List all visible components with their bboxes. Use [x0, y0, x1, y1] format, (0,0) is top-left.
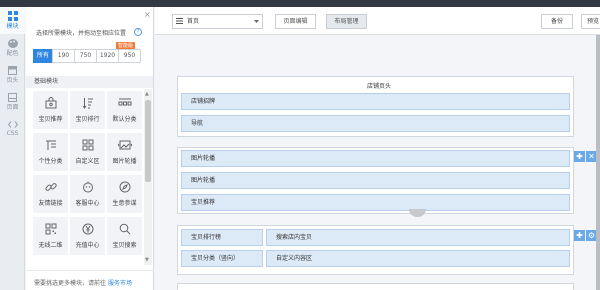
module-label: 生意参谋: [112, 200, 137, 207]
sidebar-item-page[interactable]: 页面: [0, 88, 25, 115]
chevron-down-icon: [254, 20, 259, 23]
module-item[interactable]: 图片轮播: [107, 133, 142, 171]
section-drag-handle[interactable]: [409, 209, 426, 217]
sidebar-item-label: CSS: [6, 129, 19, 137]
section-tools: ✚ ✕: [574, 151, 597, 162]
close-icon[interactable]: ×: [144, 10, 151, 19]
module-item[interactable]: 个性分类: [33, 133, 68, 171]
search-icon: [119, 223, 130, 235]
module-bar[interactable]: 图片轮播: [181, 172, 570, 189]
help-icon[interactable]: ?: [134, 28, 142, 36]
module-bar[interactable]: 导航: [181, 115, 570, 132]
preview-button[interactable]: 预览: [581, 14, 600, 29]
sidebar-item-label: 页面: [6, 103, 19, 111]
section-tools: ✚ ⚙: [574, 230, 597, 241]
tab-layout-management[interactable]: 布局管理: [326, 14, 367, 29]
move-icon[interactable]: ✚: [574, 230, 585, 241]
sidebar-item-page-header[interactable]: 页头: [0, 61, 25, 88]
sidebar-item-label: 模块: [6, 23, 19, 30]
tab-page-edit[interactable]: 页面编辑: [275, 14, 316, 29]
page-icon: [8, 92, 17, 102]
sidebar-item-css[interactable]: CSS: [0, 115, 25, 142]
layout-section[interactable]: [177, 283, 574, 290]
palette-icon: [7, 38, 18, 48]
module-item[interactable]: 宝贝推荐: [33, 91, 68, 129]
module-label: 充值中心: [75, 242, 100, 249]
yen-icon: [82, 223, 93, 235]
page-header-icon: [8, 65, 17, 75]
basic-modules-title: 基础模块: [26, 76, 153, 88]
scrollbar-thumb[interactable]: [145, 100, 151, 182]
module-label: 自定义区: [75, 158, 100, 165]
carousel-icon: [117, 140, 132, 150]
module-label: 图片轮播: [112, 158, 137, 165]
service-market-link[interactable]: 服务市场: [108, 280, 132, 287]
sidebar-item-label: 配色: [6, 49, 19, 57]
module-label: 宝贝排行: [75, 116, 100, 123]
qrcode-icon: [45, 223, 56, 235]
module-item[interactable]: 客服中心: [70, 175, 105, 213]
bag-icon: [45, 97, 56, 109]
right-panel-edge: [596, 35, 600, 290]
scroll-down-icon[interactable]: ▼: [145, 257, 149, 263]
module-bar[interactable]: 搜索店内宝贝: [266, 229, 570, 246]
module-label: 宝贝搜索: [112, 242, 137, 249]
custom-area-icon: [82, 139, 93, 151]
module-label: 宝贝推荐: [38, 116, 63, 123]
service-icon: [82, 181, 93, 193]
module-item[interactable]: 无线二维: [33, 217, 68, 255]
width-tab-1920[interactable]: 1920: [96, 49, 119, 63]
backup-button[interactable]: 备份: [541, 14, 573, 29]
module-label: 友情链接: [38, 200, 63, 207]
custom-category-icon: [45, 140, 56, 150]
sidebar-item-label: 页头: [6, 76, 19, 84]
module-label: 客服中心: [75, 200, 100, 207]
link-icon: [44, 183, 57, 191]
sidebar-item-modules[interactable]: 模块: [0, 7, 25, 34]
sort-icon: [82, 98, 93, 109]
module-item[interactable]: 生意参谋: [107, 175, 142, 213]
module-bar[interactable]: 宝贝分类（竖向）: [181, 250, 263, 267]
module-item[interactable]: 宝贝排行: [70, 91, 105, 129]
category-icon: [118, 98, 131, 106]
module-bar[interactable]: 宝贝排行榜: [181, 229, 263, 246]
top-bar: [0, 0, 600, 7]
module-bar[interactable]: 自定义内容区: [266, 250, 570, 267]
code-icon: [7, 120, 18, 128]
editor-sidebar: 模块 配色 页头 页面 CSS: [0, 7, 25, 290]
module-bar[interactable]: 店铺招牌: [181, 93, 570, 110]
module-label: 默认分类: [112, 116, 137, 123]
width-tab-950[interactable]: 950: [118, 49, 141, 63]
width-tab-all[interactable]: 所有: [33, 49, 53, 63]
module-item[interactable]: 充值中心: [70, 217, 105, 255]
footer-text: 需要挑选更多模块，请前往: [34, 280, 107, 287]
menu-icon: [176, 18, 183, 24]
width-tab-750[interactable]: 750: [74, 49, 97, 63]
module-item[interactable]: 默认分类: [107, 91, 142, 129]
module-bar[interactable]: 图片轮播: [181, 150, 570, 167]
width-filter-tabs: 所有 190 750 1920 950: [33, 49, 141, 63]
module-item[interactable]: 友情链接: [33, 175, 68, 213]
width-tab-190[interactable]: 190: [52, 49, 75, 63]
sidebar-item-colors[interactable]: 配色: [0, 34, 25, 61]
module-bar[interactable]: 宝贝推荐: [181, 194, 570, 211]
move-icon[interactable]: ✚: [574, 151, 585, 162]
module-item[interactable]: 自定义区: [70, 133, 105, 171]
scroll-up-icon[interactable]: ▲: [145, 91, 149, 97]
header-section-title: 店铺页头: [367, 83, 392, 90]
grid-icon: [7, 11, 18, 21]
panel-hint: 选择所需模块，并拖动至相应位置: [36, 30, 127, 37]
page-select[interactable]: 首页: [172, 14, 263, 29]
compass-icon: [119, 181, 130, 193]
module-item[interactable]: 宝贝搜索: [107, 217, 142, 255]
module-label: 个性分类: [38, 158, 63, 165]
module-label: 无线二维: [38, 242, 63, 249]
panel-footer: 需要挑选更多模块，请前往 服务市场: [26, 270, 154, 290]
